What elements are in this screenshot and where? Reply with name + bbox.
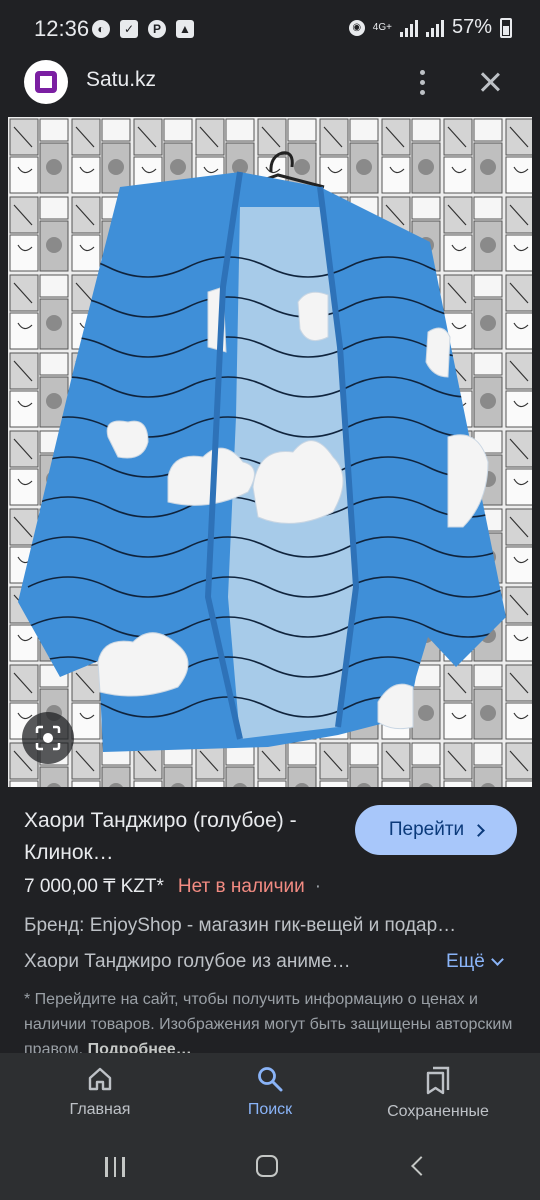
- alarm-icon: ◉: [348, 19, 365, 36]
- price: 7 000,00 ₸ KZT*: [24, 876, 164, 897]
- brand-text: Бренд: EnjoyShop - магазин гик-вещей и п…: [24, 915, 457, 936]
- nav-search-label: Поиск: [247, 1101, 293, 1118]
- status-bar: 12:36 ◐ ✓ P ▲ ◉ 4G+ 57%: [0, 0, 540, 60]
- product-image-illustration: [8, 117, 532, 787]
- chevron-down-icon: [491, 952, 504, 966]
- app-notification-icon: ◐: [92, 20, 110, 38]
- home-icon: [88, 1067, 112, 1091]
- battery-percent: 57%: [451, 16, 492, 38]
- notification-icons: ◐ ✓ P ▲: [92, 20, 194, 38]
- battery-icon: [500, 17, 512, 38]
- status-time: 12:36: [34, 16, 90, 41]
- status-right: ◉ 4G+ 57%: [348, 16, 512, 39]
- nav-home[interactable]: Главная: [10, 1065, 190, 1119]
- bookmarks-icon: [426, 1066, 450, 1095]
- go-button-label: Перейти: [388, 819, 465, 840]
- site-header: Satu.kz: [0, 60, 540, 116]
- site-name[interactable]: Satu.kz: [86, 68, 156, 92]
- close-icon[interactable]: [472, 64, 508, 100]
- system-navigation: [0, 1135, 540, 1200]
- search-icon: [258, 1067, 283, 1092]
- nav-home-label: Главная: [69, 1101, 131, 1118]
- price-row: 7 000,00 ₸ KZT* Нет в наличии ·: [24, 875, 321, 898]
- nav-saved-label: Сохраненные: [387, 1103, 489, 1120]
- nav-search[interactable]: Поиск: [180, 1065, 360, 1119]
- lens-icon: [35, 725, 61, 751]
- site-logo[interactable]: [24, 60, 68, 104]
- more-button[interactable]: Ещё: [446, 951, 504, 973]
- go-button[interactable]: Перейти: [355, 805, 517, 855]
- recent-apps-icon[interactable]: [105, 1157, 125, 1177]
- separator-dot: ·: [314, 876, 322, 897]
- stock-status: Нет в наличии: [177, 876, 305, 897]
- product-title[interactable]: Хаори Танджиро (голубое) - Клинок…: [24, 805, 334, 869]
- home-button-icon[interactable]: [256, 1155, 278, 1177]
- product-description: Хаори Танджиро голубое из аниме…: [24, 951, 351, 972]
- image-notification-icon: ▲: [176, 20, 194, 38]
- disclaimer: * Перейдите на сайт, чтобы получить инфо…: [24, 987, 524, 1062]
- more-options-icon[interactable]: [408, 64, 436, 100]
- more-label: Ещё: [446, 951, 485, 972]
- signal2-icon: [425, 19, 444, 37]
- bottom-navigation: Главная Поиск Сохраненные: [0, 1053, 540, 1135]
- back-icon[interactable]: [411, 1156, 431, 1176]
- product-image[interactable]: [8, 117, 532, 787]
- chevron-right-icon: [472, 823, 486, 837]
- network-type: 4G+: [372, 21, 392, 33]
- check-notification-icon: ✓: [120, 20, 138, 38]
- lens-search-button[interactable]: [22, 712, 74, 764]
- p-notification-icon: P: [148, 20, 166, 38]
- product-info: Хаори Танджиро (голубое) - Клинок… Перей…: [0, 787, 540, 1058]
- signal-icon: [399, 19, 418, 37]
- nav-saved[interactable]: Сохраненные: [348, 1065, 528, 1121]
